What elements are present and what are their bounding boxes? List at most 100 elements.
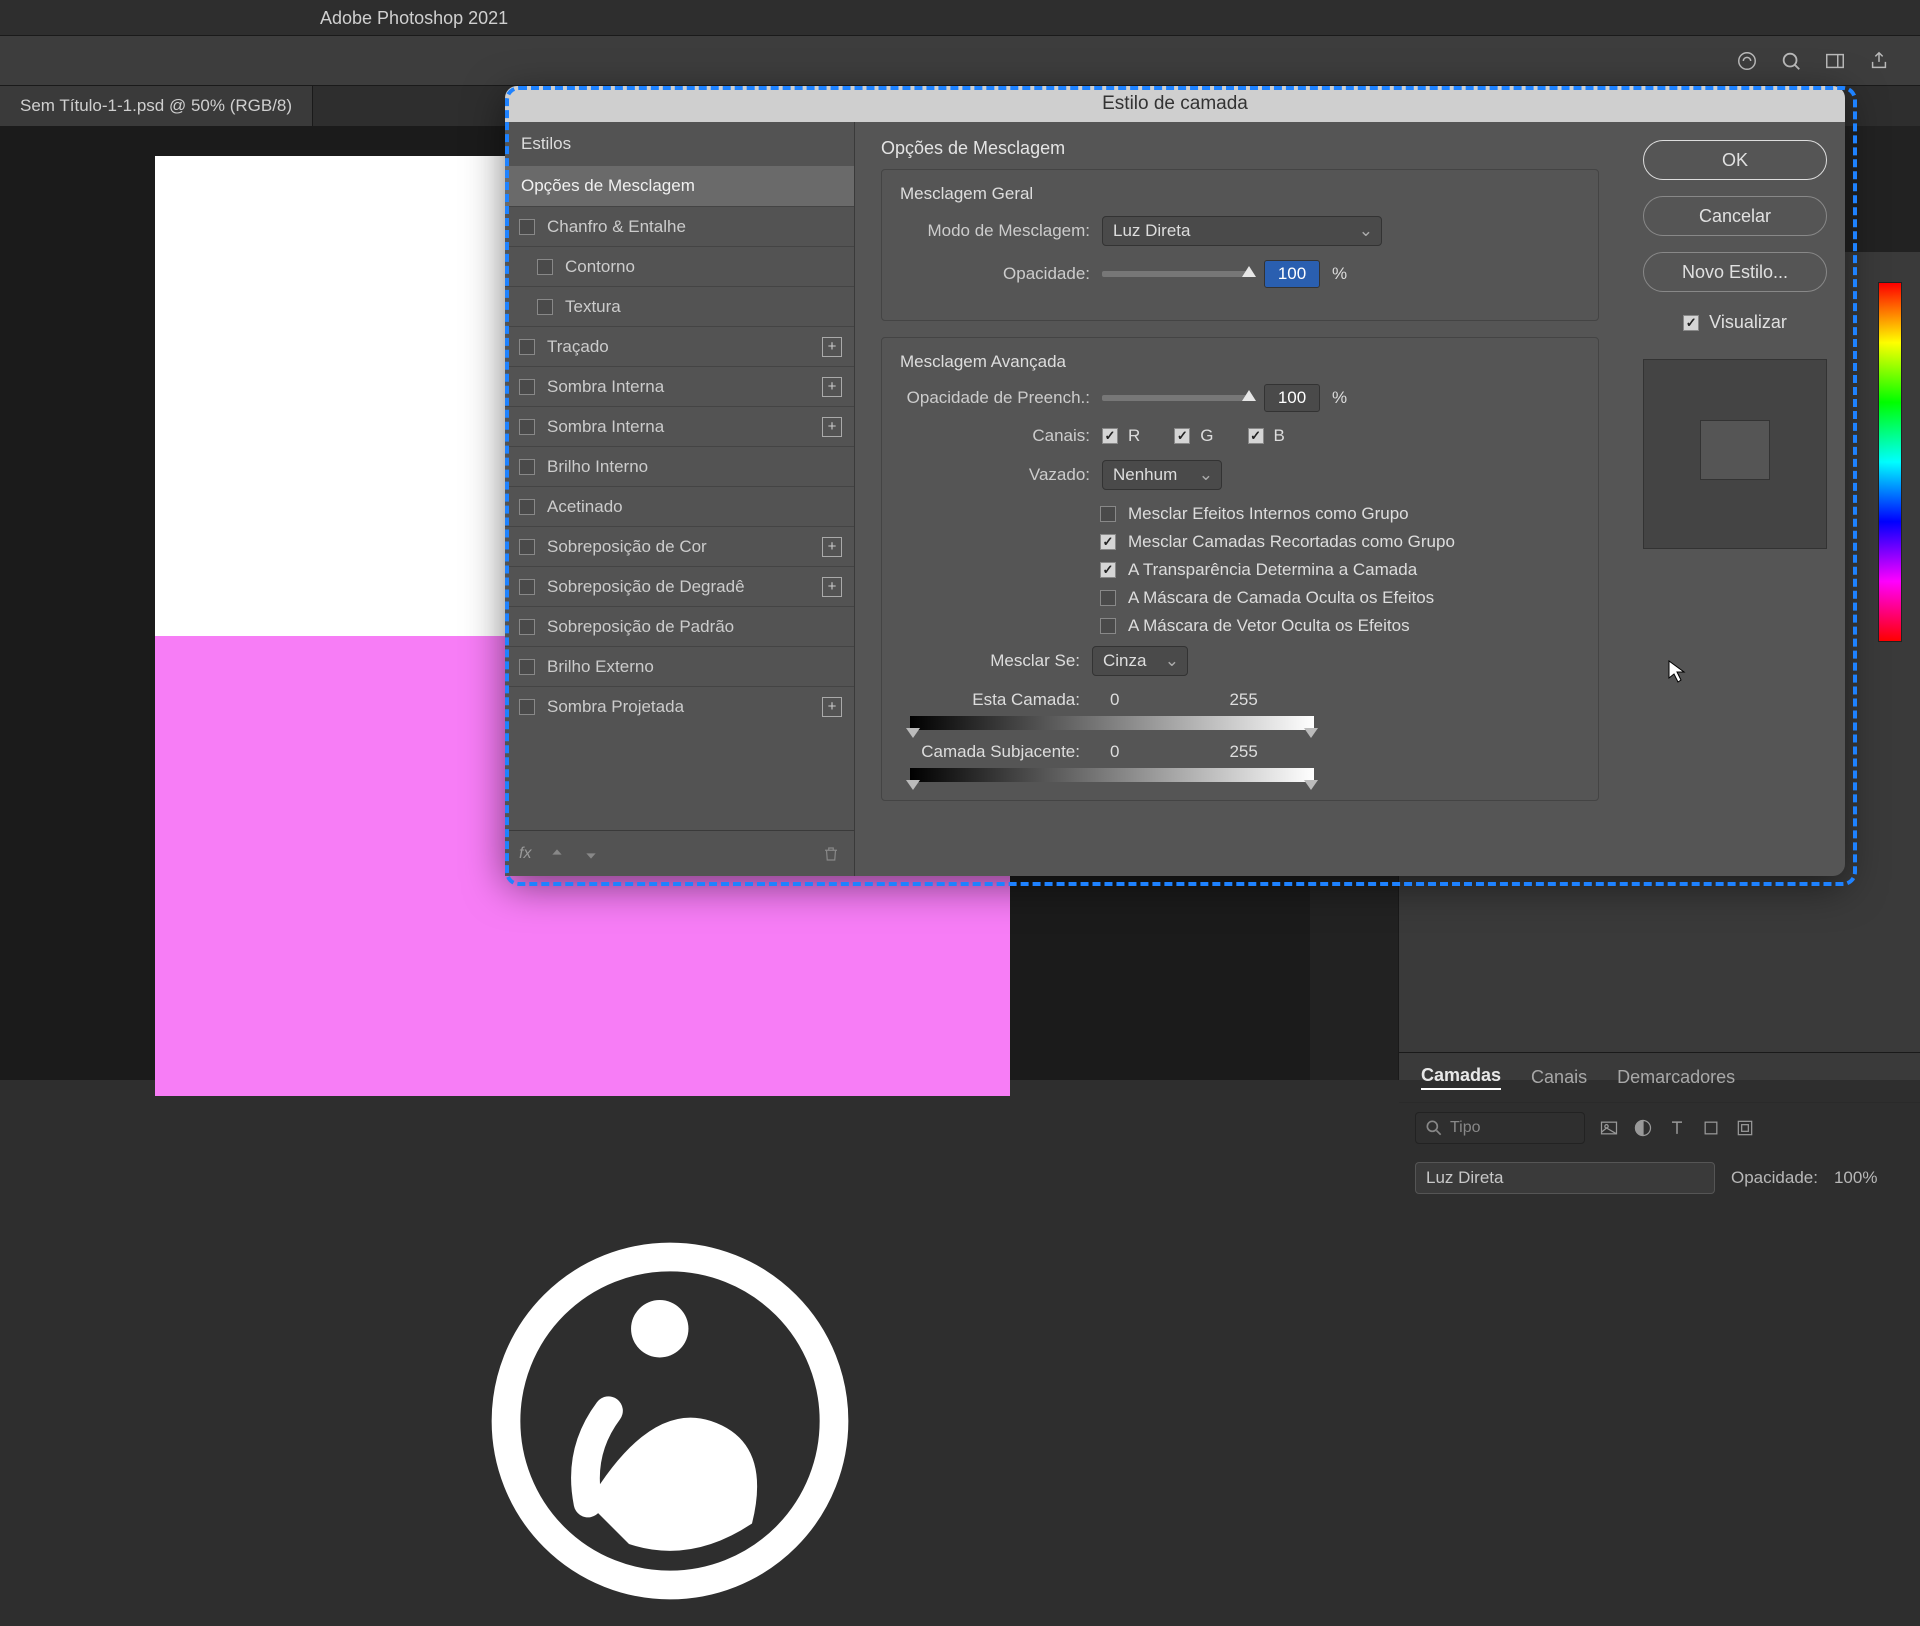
- add-effect-icon[interactable]: +: [822, 337, 842, 357]
- channel-b-checkbox[interactable]: [1248, 428, 1264, 444]
- advanced-option[interactable]: A Máscara de Vetor Oculta os Efeitos: [1100, 616, 1580, 636]
- style-item[interactable]: Sombra Projetada+: [505, 686, 854, 726]
- style-checkbox[interactable]: [519, 499, 535, 515]
- tab-paths[interactable]: Demarcadores: [1617, 1067, 1735, 1088]
- filter-text-icon[interactable]: [1667, 1118, 1687, 1138]
- option-checkbox[interactable]: [1100, 618, 1116, 634]
- add-effect-icon[interactable]: +: [822, 537, 842, 557]
- style-checkbox[interactable]: [519, 699, 535, 715]
- style-item[interactable]: Traçado+: [505, 326, 854, 366]
- style-label: Sobreposição de Cor: [547, 537, 707, 557]
- opacity-input[interactable]: 100: [1264, 260, 1320, 288]
- style-item[interactable]: Sombra Interna +: [505, 406, 854, 446]
- option-checkbox[interactable]: [1100, 562, 1116, 578]
- share-icon[interactable]: [1868, 50, 1890, 72]
- add-effect-icon[interactable]: +: [822, 377, 842, 397]
- new-style-button[interactable]: Novo Estilo...: [1643, 252, 1827, 292]
- blendif-select[interactable]: Cinza⌄: [1092, 646, 1188, 676]
- style-item[interactable]: Sobreposição de Cor +: [505, 526, 854, 566]
- trash-icon[interactable]: [822, 845, 840, 863]
- channel-g-checkbox[interactable]: [1174, 428, 1190, 444]
- style-checkbox[interactable]: [519, 659, 535, 675]
- style-item[interactable]: Contorno: [505, 246, 854, 286]
- style-label: Brilho Externo: [547, 657, 654, 677]
- tab-layers[interactable]: Camadas: [1421, 1065, 1501, 1090]
- this-layer-slider[interactable]: [910, 716, 1314, 730]
- preview-checkbox[interactable]: [1683, 315, 1699, 331]
- advanced-option[interactable]: A Transparência Determina a Camada: [1100, 560, 1580, 580]
- cancel-button[interactable]: Cancelar: [1643, 196, 1827, 236]
- fill-opacity-input[interactable]: 100: [1264, 384, 1320, 412]
- fill-opacity-label: Opacidade de Preench.:: [900, 388, 1090, 408]
- style-checkbox[interactable]: [519, 419, 535, 435]
- add-effect-icon[interactable]: +: [822, 697, 842, 717]
- opacity-label: Opacidade:: [900, 264, 1090, 284]
- cloud-sync-icon[interactable]: [1736, 50, 1758, 72]
- style-label: Sombra Interna: [547, 377, 664, 397]
- preview-toggle[interactable]: Visualizar: [1643, 312, 1827, 333]
- fill-opacity-slider[interactable]: [1102, 395, 1252, 401]
- style-item[interactable]: Sobreposição de Degradê+: [505, 566, 854, 606]
- option-label: A Transparência Determina a Camada: [1128, 560, 1417, 580]
- arrow-down-icon[interactable]: [583, 846, 599, 862]
- style-item[interactable]: Textura: [505, 286, 854, 326]
- filter-shape-icon[interactable]: [1701, 1118, 1721, 1138]
- advanced-option[interactable]: Mesclar Camadas Recortadas como Grupo: [1100, 532, 1580, 552]
- option-checkbox[interactable]: [1100, 534, 1116, 550]
- style-checkbox[interactable]: [519, 459, 535, 475]
- option-checkbox[interactable]: [1100, 506, 1116, 522]
- filter-adjust-icon[interactable]: [1633, 1118, 1653, 1138]
- style-checkbox[interactable]: [519, 579, 535, 595]
- style-checkbox[interactable]: [519, 379, 535, 395]
- style-checkbox[interactable]: [519, 539, 535, 555]
- style-item[interactable]: Sombra Interna +: [505, 366, 854, 406]
- workspace-icon[interactable]: [1824, 50, 1846, 72]
- style-item[interactable]: Brilho Externo: [505, 646, 854, 686]
- add-effect-icon[interactable]: +: [822, 417, 842, 437]
- pct-label: %: [1332, 388, 1347, 408]
- option-label: A Máscara de Vetor Oculta os Efeitos: [1128, 616, 1410, 636]
- style-item[interactable]: Brilho Interno: [505, 446, 854, 486]
- filter-smartobj-icon[interactable]: [1735, 1118, 1755, 1138]
- style-blending-options[interactable]: Opções de Mesclagem: [505, 166, 854, 206]
- layer-filter-type[interactable]: Tipo: [1415, 1112, 1585, 1144]
- document-tab[interactable]: Sem Título-1-1.psd @ 50% (RGB/8): [0, 86, 313, 126]
- search-icon[interactable]: [1780, 50, 1802, 72]
- panel-tabs: Camadas Canais Demarcadores: [1399, 1053, 1920, 1103]
- dialog-buttons: OK Cancelar Novo Estilo... Visualizar: [1625, 122, 1845, 876]
- style-item[interactable]: Sobreposição de Padrão: [505, 606, 854, 646]
- preview-label: Visualizar: [1709, 312, 1787, 333]
- tab-channels[interactable]: Canais: [1531, 1067, 1587, 1088]
- filter-image-icon[interactable]: [1599, 1118, 1619, 1138]
- knockout-select[interactable]: Nenhum⌄: [1102, 460, 1222, 490]
- channel-r-checkbox[interactable]: [1102, 428, 1118, 444]
- style-checkbox[interactable]: [519, 339, 535, 355]
- blend-mode-select[interactable]: Luz Direta⌄: [1102, 216, 1382, 246]
- style-checkbox[interactable]: [537, 259, 553, 275]
- advanced-option[interactable]: A Máscara de Camada Oculta os Efeitos: [1100, 588, 1580, 608]
- style-checkbox[interactable]: [519, 219, 535, 235]
- style-label: Acetinado: [547, 497, 623, 517]
- opacity-slider[interactable]: [1102, 271, 1252, 277]
- style-label: Sombra Interna: [547, 417, 664, 437]
- advanced-option[interactable]: Mesclar Efeitos Internos como Grupo: [1100, 504, 1580, 524]
- style-item[interactable]: Chanfro & Entalhe: [505, 206, 854, 246]
- add-effect-icon[interactable]: +: [822, 577, 842, 597]
- arrow-up-icon[interactable]: [549, 846, 565, 862]
- style-item[interactable]: Acetinado: [505, 486, 854, 526]
- fx-icon[interactable]: fx: [519, 845, 531, 863]
- this-layer-low: 0: [1110, 690, 1119, 710]
- under-layer-slider[interactable]: [910, 768, 1314, 782]
- style-checkbox[interactable]: [519, 619, 535, 635]
- option-checkbox[interactable]: [1100, 590, 1116, 606]
- style-list-footer: fx: [505, 830, 854, 876]
- pct-label: %: [1332, 264, 1347, 284]
- canvas-artwork: [465, 1216, 875, 1626]
- layers-panel: Camadas Canais Demarcadores Tipo Luz Dir…: [1399, 1052, 1920, 1080]
- ok-button[interactable]: OK: [1643, 140, 1827, 180]
- layer-opacity-value[interactable]: 100%: [1834, 1168, 1877, 1188]
- layer-blend-select[interactable]: Luz Direta: [1415, 1162, 1715, 1194]
- color-spectrum[interactable]: [1878, 282, 1902, 642]
- blend-if-group: Mesclar Se: Cinza⌄ Esta Camada: 0 255 Ca…: [900, 646, 1580, 782]
- style-checkbox[interactable]: [537, 299, 553, 315]
